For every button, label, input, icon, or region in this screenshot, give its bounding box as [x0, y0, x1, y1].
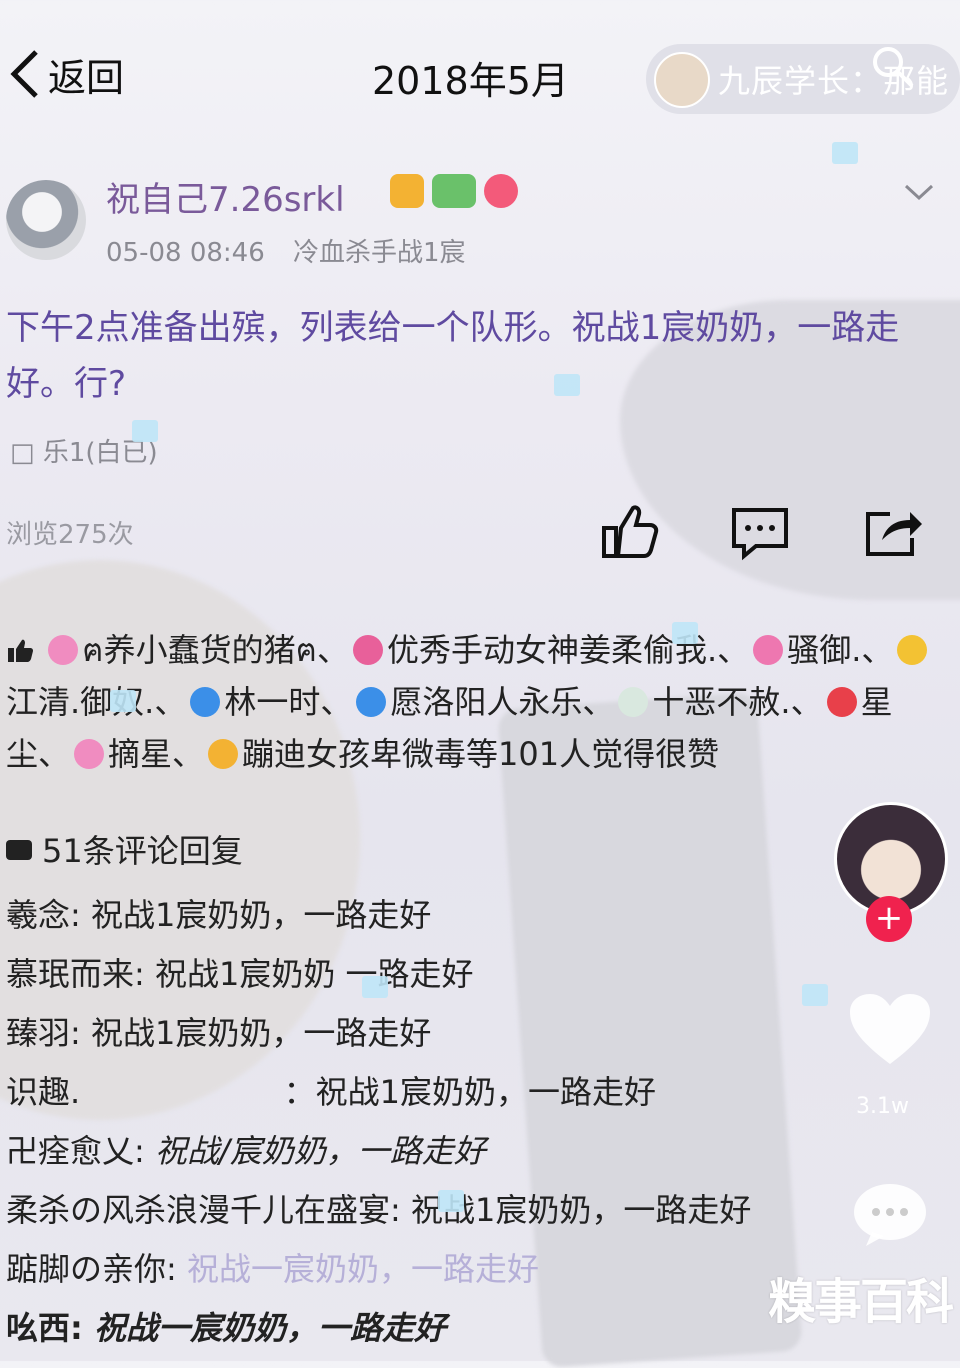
liker-avatar-icon	[618, 687, 649, 717]
post-meta: 05-08 08:46 冷血杀手战1宸	[106, 232, 486, 269]
comment-text: ：祝战1宸奶奶，一路走好	[80, 1073, 656, 1111]
deco-cube	[438, 1190, 464, 1212]
comment-author[interactable]: 踮脚の亲你:	[6, 1250, 187, 1288]
comment-text: 祝战一宸奶奶，一路走好	[93, 1309, 446, 1347]
vip-badge	[390, 174, 424, 208]
comment-row[interactable]: 慕珉而来: 祝战1宸奶奶 一路走好	[6, 945, 866, 1004]
search-icon[interactable]	[868, 42, 918, 92]
back-chevron-icon	[10, 50, 38, 98]
like-count: 3.1w	[856, 1094, 909, 1119]
liker-name[interactable]: 摘星、	[108, 735, 204, 773]
chevron-down-icon[interactable]	[902, 178, 936, 208]
liker-name[interactable]: 林一时、	[224, 683, 352, 721]
comment-row[interactable]: 臻羽: 祝战1宸奶奶，一路走好	[6, 1004, 866, 1063]
comment-author[interactable]: 卍痊愈乂:	[6, 1132, 155, 1170]
post-username[interactable]: 祝自己7.26srkl	[106, 172, 345, 221]
comments-count: 51条评论回复	[42, 832, 243, 870]
comment-icon[interactable]	[728, 500, 792, 564]
watermark-logo: 糗事百科	[768, 1274, 954, 1330]
comment-bubble-icon	[6, 840, 32, 860]
liker-name[interactable]: 愿洛阳人永乐、	[390, 683, 614, 721]
liker-avatar-icon	[48, 635, 79, 665]
post-content: 下午2点准备出殡，列表给一个队形。祝战1宸奶奶，一路走好。行?	[6, 308, 900, 404]
level-badge	[432, 174, 476, 208]
deco-cube	[132, 420, 158, 442]
liker-name[interactable]: 江清.御奴.、	[6, 683, 186, 721]
comments-list: 羲念: 祝战1宸奶奶，一路走好 慕珉而来: 祝战1宸奶奶 一路走好 臻羽: 祝战…	[6, 886, 866, 1358]
deco-cube	[802, 984, 828, 1006]
liker-avatar-icon	[356, 687, 387, 717]
deco-cube	[832, 142, 858, 164]
comment-row[interactable]: 踮脚の亲你: 祝战一宸奶奶，一路走好	[6, 1240, 866, 1299]
liker-name[interactable]: 蹦迪女孩卑微毒等101人觉得很赞	[242, 735, 719, 773]
comment-author[interactable]: 吆西:	[6, 1309, 94, 1347]
follow-button[interactable]: +	[866, 896, 912, 942]
back-label: 返回	[48, 55, 125, 100]
post-time: 05-08 08:46	[106, 238, 265, 268]
comment-row[interactable]: 识趣. ：祝战1宸奶奶，一路走好	[6, 1063, 866, 1122]
comments-header[interactable]: 51条评论回复	[6, 826, 243, 872]
comment-text: 祝战1宸奶奶，一路走好	[90, 1014, 432, 1052]
share-icon[interactable]	[860, 500, 924, 564]
deco-cube	[672, 622, 698, 644]
avatar[interactable]	[6, 180, 86, 260]
liker-avatar-icon	[826, 687, 857, 717]
view-count: 浏览275次	[6, 520, 134, 550]
like-icon[interactable]	[596, 500, 660, 564]
liker-avatar-icon	[353, 635, 383, 665]
back-button[interactable]: 返回	[6, 46, 124, 102]
pill-avatar	[654, 52, 710, 108]
comment-text: 祝战1宸奶奶 一路走好	[154, 955, 474, 993]
page-title: 2018年5月	[372, 59, 569, 103]
liker-avatar-icon	[753, 635, 784, 665]
deco-cube	[362, 976, 388, 998]
comment-row[interactable]: 卍痊愈乂: 祝战/宸奶奶，一路走好	[6, 1122, 866, 1181]
liker-avatar-icon	[74, 739, 105, 769]
diamond-badge	[484, 174, 518, 208]
top-bar: 返回 2018年5月 九辰学长：那能	[0, 28, 960, 118]
comment-text: 祝战1宸奶奶，一路走好	[90, 896, 432, 934]
likes-list: ฅ养小蠢货的猪ฅ、 优秀手动女神姜柔偷我.、 骚御.、江清.御奴.、 林一时、 愿洛阳人…	[6, 624, 946, 780]
comment-author[interactable]: 柔杀の风杀浪漫千儿在盛宴:	[6, 1191, 411, 1229]
heart-icon[interactable]	[848, 992, 932, 1068]
liker-avatar-icon	[190, 687, 221, 717]
comment-row[interactable]: 柔杀の风杀浪漫千儿在盛宴: 祝战1宸奶奶，一路走好	[6, 1181, 866, 1240]
comment-author[interactable]: 臻羽:	[6, 1014, 91, 1052]
deco-cube	[554, 374, 580, 396]
comment-text: 祝战/宸奶奶，一路走好	[154, 1132, 486, 1170]
post-group[interactable]: 冷血杀手战1宸	[293, 238, 466, 268]
badges	[390, 174, 518, 208]
deco-cube	[110, 690, 136, 712]
comment-row[interactable]: 吆西: 祝战一宸奶奶，一路走好	[6, 1299, 866, 1358]
liker-name[interactable]: 十恶不赦.、	[652, 683, 822, 721]
comment-row[interactable]: 羲念: 祝战1宸奶奶，一路走好	[6, 886, 866, 945]
liker-name[interactable]: ฅ养小蠢货的猪ฅ、	[82, 631, 349, 669]
comment-author[interactable]: 慕珉而来:	[6, 955, 155, 993]
thumb-icon	[8, 639, 33, 662]
liker-avatar-icon	[897, 635, 928, 665]
comment-author[interactable]: 羲念:	[6, 896, 91, 934]
comment-text: 祝战一宸奶奶，一路走好	[186, 1250, 539, 1288]
liker-avatar-icon	[208, 739, 239, 769]
comment-author[interactable]: 识趣.	[6, 1073, 80, 1111]
location-text: 乐1(白已)	[42, 438, 158, 468]
chat-icon[interactable]	[850, 1180, 930, 1250]
liker-name[interactable]: 骚御.、	[787, 631, 893, 669]
